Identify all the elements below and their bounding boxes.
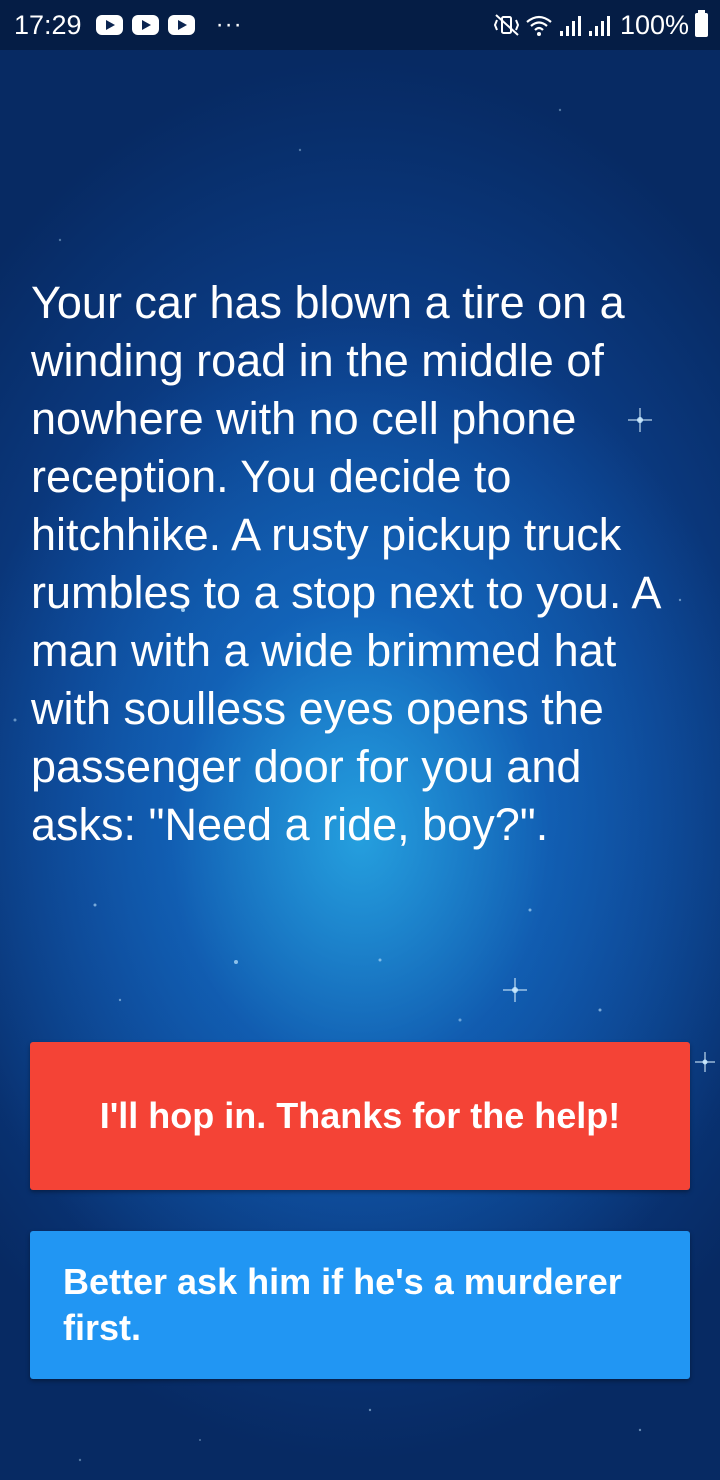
wifi-icon [526, 15, 552, 36]
signal-icon [588, 16, 610, 36]
battery-percent: 100% [619, 9, 689, 40]
mute-vibrate-icon [493, 14, 520, 36]
choice-hop-in-button[interactable]: I'll hop in. Thanks for the help! [30, 1042, 690, 1190]
battery-icon [695, 10, 708, 37]
status-bar: 17:29 ··· 100% [0, 0, 720, 50]
more-notifications-icon: ··· [215, 11, 243, 38]
youtube-notification-icon [95, 15, 123, 35]
status-left: 17:29 ··· [14, 0, 243, 50]
status-right: 100% [493, 0, 708, 50]
signal-icon [559, 16, 581, 36]
status-time: 17:29 [14, 9, 82, 40]
youtube-notification-icon [167, 15, 195, 35]
youtube-notification-icon [131, 15, 159, 35]
choice-ask-murderer-button[interactable]: Better ask him if he's a murderer first. [30, 1231, 690, 1379]
story-text: Your car has blown a tire on a winding r… [31, 277, 659, 850]
